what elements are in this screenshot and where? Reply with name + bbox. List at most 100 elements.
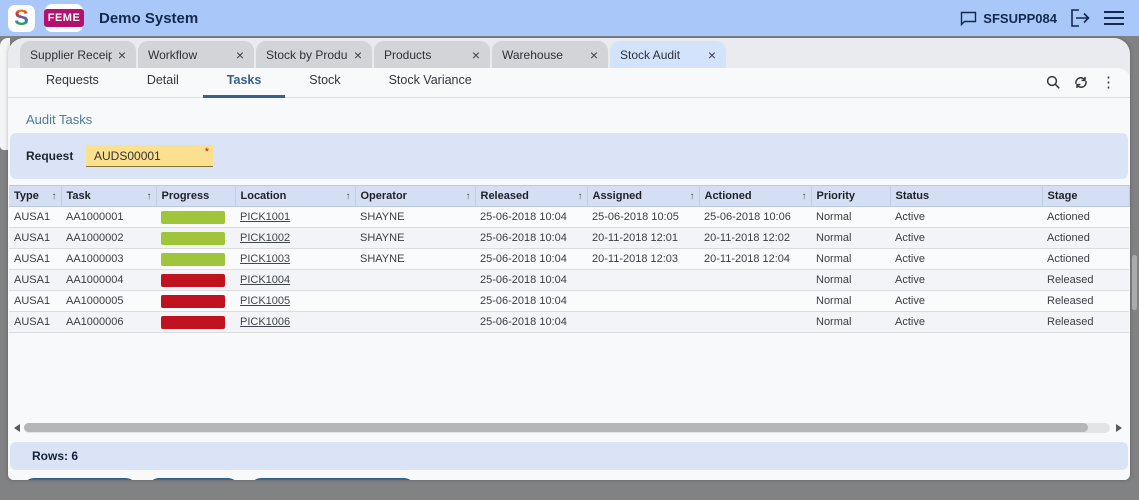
column-header-task[interactable]: Task ↑ [61,186,156,207]
cell-task: AA1000001 [61,207,156,228]
table-row[interactable]: AUSA1AA1000005PICK100525-06-2018 10:04No… [9,291,1129,312]
cell-released: 25-06-2018 10:04 [475,312,587,333]
tab-warehouse[interactable]: Warehouse× [492,41,608,68]
tab-close-icon[interactable]: × [584,47,598,63]
subtab-detail[interactable]: Detail [123,68,203,98]
column-label: Type [14,190,39,202]
location-link[interactable]: PICK1002 [240,232,290,244]
scroll-right-arrow[interactable] [1116,424,1122,432]
tab-close-icon[interactable]: × [112,47,126,63]
subtab-stock-variance[interactable]: Stock Variance [365,68,496,98]
column-label: Released [481,190,529,202]
view-task-button[interactable]: View Task [147,478,240,480]
table-row[interactable]: AUSA1AA1000006PICK100625-06-2018 10:04No… [9,312,1129,333]
table-row[interactable]: AUSA1AA1000003PICK1003SHAYNE25-06-2018 1… [9,249,1129,270]
cell-location: PICK1006 [235,312,355,333]
section-title: Audit Tasks [26,112,1130,127]
refresh-icon[interactable] [1073,75,1089,90]
column-header-actioned[interactable]: Actioned↑ [699,186,811,207]
tab-close-icon[interactable]: × [702,47,716,63]
cell-released: 25-06-2018 10:04 [475,270,587,291]
logout-icon[interactable] [1069,8,1091,28]
sort-ascending-icon[interactable]: ↑ [346,191,351,202]
tab-label: Warehouse [502,48,584,62]
sort-ascending-icon[interactable]: ↑ [802,191,807,202]
location-link[interactable]: PICK1006 [240,316,290,328]
required-marker: * [205,146,209,158]
tab-close-icon[interactable]: × [466,47,480,63]
sort-ascending-icon[interactable]: ↑ [466,191,471,202]
cell-type: AUSA1 [9,249,61,270]
table-row[interactable]: AUSA1AA1000001PICK1001SHAYNE25-06-2018 1… [9,207,1129,228]
tab-close-icon[interactable]: × [230,47,244,63]
column-header-stage[interactable]: Stage [1042,186,1129,207]
cell-actioned [699,291,811,312]
cell-task: AA1000006 [61,312,156,333]
progress-bar [161,274,225,287]
subtab-requests[interactable]: Requests [22,68,123,98]
vertical-scrollbar-thumb[interactable] [1132,255,1137,310]
tab-workflow[interactable]: Workflow× [138,41,254,68]
cell-status: Active [890,291,1042,312]
location-link[interactable]: PICK1005 [240,295,290,307]
sort-ascending-icon[interactable]: ↑ [690,191,695,202]
brand-logo: S [8,5,35,32]
tab-label: Supplier Receipts [30,48,112,62]
column-label: Task [67,190,91,202]
menu-icon[interactable] [1103,10,1125,26]
column-header-status[interactable]: Status [890,186,1042,207]
message-icon[interactable] [960,11,977,26]
tab-label: Stock by Product [266,48,348,62]
tab-close-icon[interactable]: × [348,47,362,63]
column-header-operator[interactable]: Operator↑ [355,186,475,207]
cell-status: Active [890,270,1042,291]
request-input[interactable] [86,145,213,167]
tab-stock-audit[interactable]: Stock Audit× [610,41,726,68]
show-actions-button[interactable]: Show Actions [22,478,138,480]
subtab-tasks[interactable]: Tasks [203,68,286,98]
sort-ascending-icon[interactable]: ↑ [147,191,152,202]
cell-operator: SHAYNE [355,207,475,228]
more-options-icon[interactable]: ⋮ [1101,75,1116,90]
generate-check-sheet-button[interactable]: Generate Check Sheet [249,478,416,480]
cell-status: Active [890,207,1042,228]
cell-type: AUSA1 [9,270,61,291]
progress-bar [161,295,225,308]
scrollbar-thumb[interactable] [24,423,1088,432]
cell-assigned [587,291,699,312]
cell-operator [355,270,475,291]
table-row[interactable]: AUSA1AA1000004PICK100425-06-2018 10:04No… [9,270,1129,291]
column-header-progress[interactable]: Progress [156,186,235,207]
location-link[interactable]: PICK1004 [240,274,290,286]
column-header-released[interactable]: Released ↑ [475,186,587,207]
cell-stage: Actioned [1042,249,1129,270]
brand-logo-letter: S [14,7,29,29]
tab-supplier-receipts[interactable]: Supplier Receipts× [20,41,136,68]
location-link[interactable]: PICK1003 [240,253,290,265]
column-header-priority[interactable]: Priority [811,186,890,207]
table-row[interactable]: AUSA1AA1000002PICK1002SHAYNE25-06-2018 1… [9,228,1129,249]
location-link[interactable]: PICK1001 [240,211,290,223]
cell-location: PICK1005 [235,291,355,312]
scrollbar-track[interactable] [24,423,1110,433]
column-label: Location [241,190,287,202]
tab-stock-by-product[interactable]: Stock by Product× [256,41,372,68]
cell-assigned: 25-06-2018 10:05 [587,207,699,228]
horizontal-scrollbar[interactable] [14,421,1122,434]
column-header-type[interactable]: Type ↑ [9,186,61,207]
cell-priority: Normal [811,207,890,228]
cell-progress [156,291,235,312]
scroll-left-arrow[interactable] [14,424,20,432]
cell-type: AUSA1 [9,228,61,249]
cell-actioned: 25-06-2018 10:06 [699,207,811,228]
sort-ascending-icon[interactable]: ↑ [578,191,583,202]
column-label: Stage [1048,190,1078,202]
column-header-assigned[interactable]: Assigned↑ [587,186,699,207]
sort-ascending-icon[interactable]: ↑ [52,191,57,202]
tab-products[interactable]: Products× [374,41,490,68]
progress-bar [161,253,225,266]
action-button-row: Show Actions View Task Generate Check Shee… [22,478,416,480]
search-icon[interactable] [1046,75,1061,90]
subtab-stock[interactable]: Stock [285,68,364,98]
column-header-location[interactable]: Location ↑ [235,186,355,207]
